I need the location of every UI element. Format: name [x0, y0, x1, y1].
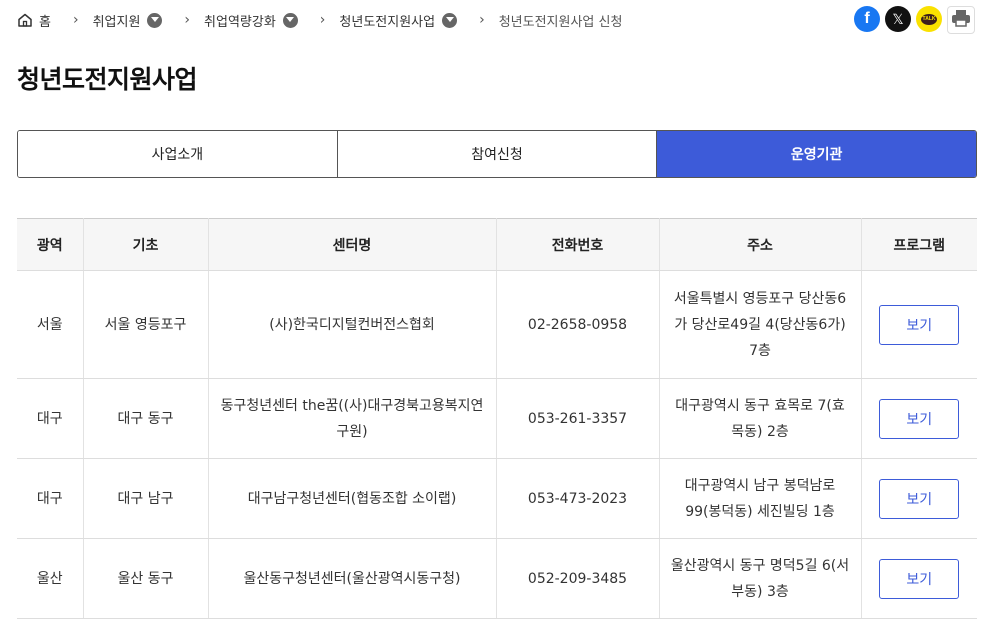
cell-address: 울산광역시 동구 명덕5길 6(서부동) 3층 — [659, 538, 862, 619]
breadcrumb: 홈 › 취업지원 › 취업역량강화 › 청년도전지원사업 › 청년도전지원사업 … — [17, 8, 622, 32]
chevron-right-icon: › — [319, 12, 326, 28]
cell-region: 울산 — [17, 538, 84, 619]
page-title: 청년도전지원사업 — [17, 65, 198, 94]
cell-program: 보기 — [861, 538, 977, 619]
cell-region: 대구 — [17, 378, 84, 459]
cell-center: (사)한국디지털컨버전스협회 — [208, 270, 497, 379]
cell-region: 대구 — [17, 458, 84, 539]
x-share-button[interactable]: 𝕏 — [885, 6, 911, 32]
chevron-right-icon: › — [72, 12, 79, 28]
view-program-button[interactable]: 보기 — [879, 478, 960, 519]
table-row: 울산 울산 동구 울산동구청년센터(울산광역시동구청) 052-209-3485… — [17, 538, 977, 619]
cell-phone: 053-261-3357 — [496, 378, 660, 459]
table-header-row: 광역 기초 센터명 전화번호 주소 프로그램 — [17, 218, 977, 271]
cell-phone: 02-2658-0958 — [496, 270, 660, 379]
column-header-address: 주소 — [659, 218, 862, 271]
home-icon — [17, 12, 33, 28]
cell-program: 보기 — [861, 378, 977, 459]
cell-region: 서울 — [17, 270, 84, 379]
tab-operating-agencies[interactable]: 운영기관 — [657, 131, 976, 177]
cell-program: 보기 — [861, 458, 977, 539]
breadcrumb-item-label: 청년도전지원사업 — [339, 14, 436, 30]
print-button[interactable] — [947, 6, 975, 34]
tab-program-intro[interactable]: 사업소개 — [18, 131, 338, 177]
cell-center: 동구청년센터 the꿈((사)대구경북고용복지연구원) — [208, 378, 497, 459]
cell-district: 울산 동구 — [83, 538, 209, 619]
facebook-share-button[interactable]: f — [854, 6, 880, 32]
cell-address: 대구광역시 남구 봉덕남로 99(봉덕동) 세진빌딩 1층 — [659, 458, 862, 539]
table-row: 대구 대구 동구 동구청년센터 the꿈((사)대구경북고용복지연구원) 053… — [17, 378, 977, 459]
printer-icon — [951, 9, 971, 31]
facebook-icon: f — [864, 10, 870, 27]
tab-apply[interactable]: 참여신청 — [337, 131, 658, 177]
breadcrumb-current: 청년도전지원사업 신청 — [498, 14, 623, 30]
cell-district: 대구 동구 — [83, 378, 209, 459]
cell-phone: 052-209-3485 — [496, 538, 660, 619]
breadcrumb-item-employment[interactable]: 취업지원 — [93, 11, 163, 30]
cell-center: 대구남구청년센터(협동조합 소이랩) — [208, 458, 497, 539]
table-row: 대구 대구 남구 대구남구청년센터(협동조합 소이랩) 053-473-2023… — [17, 458, 977, 539]
breadcrumb-item-youth-challenge[interactable]: 청년도전지원사업 — [339, 11, 458, 30]
share-bar: f 𝕏 TALK — [854, 6, 975, 34]
breadcrumb-item-capacity[interactable]: 취업역량강화 — [204, 11, 298, 30]
chevron-right-icon: › — [479, 12, 485, 28]
view-program-button[interactable]: 보기 — [879, 558, 960, 599]
table-row: 서울 서울 영등포구 (사)한국디지털컨버전스협회 02-2658-0958 서… — [17, 270, 977, 379]
view-program-button[interactable]: 보기 — [879, 304, 960, 345]
kakaotalk-share-button[interactable]: TALK — [916, 6, 942, 32]
cell-phone: 053-473-2023 — [496, 458, 660, 539]
column-header-center: 센터명 — [208, 218, 497, 271]
cell-district: 대구 남구 — [83, 458, 209, 539]
cell-program: 보기 — [861, 270, 977, 379]
tab-bar: 사업소개 참여신청 운영기관 — [17, 130, 977, 178]
column-header-phone: 전화번호 — [496, 218, 660, 271]
agency-table: 광역 기초 센터명 전화번호 주소 프로그램 서울 서울 영등포구 (사)한국디… — [17, 218, 977, 619]
cell-address: 대구광역시 동구 효목로 7(효목동) 2층 — [659, 378, 862, 459]
kakaotalk-icon: TALK — [921, 13, 937, 25]
column-header-region: 광역 — [17, 218, 84, 271]
column-header-district: 기초 — [83, 218, 209, 271]
chevron-down-icon[interactable] — [147, 12, 163, 28]
x-icon: 𝕏 — [892, 10, 904, 27]
cell-district: 서울 영등포구 — [83, 270, 209, 379]
cell-center: 울산동구청년센터(울산광역시동구청) — [208, 538, 497, 619]
breadcrumb-home-link[interactable]: 홈 — [17, 11, 51, 30]
chevron-right-icon: › — [184, 12, 191, 28]
breadcrumb-item-label: 취업역량강화 — [204, 14, 276, 30]
view-program-button[interactable]: 보기 — [879, 398, 960, 439]
cell-address: 서울특별시 영등포구 당산동6가 당산로49길 4(당산동6가) 7층 — [659, 270, 862, 379]
column-header-program: 프로그램 — [861, 218, 977, 271]
chevron-down-icon[interactable] — [442, 12, 458, 28]
chevron-down-icon[interactable] — [282, 12, 298, 28]
breadcrumb-home-label: 홈 — [39, 14, 51, 30]
breadcrumb-item-label: 취업지원 — [92, 14, 141, 30]
